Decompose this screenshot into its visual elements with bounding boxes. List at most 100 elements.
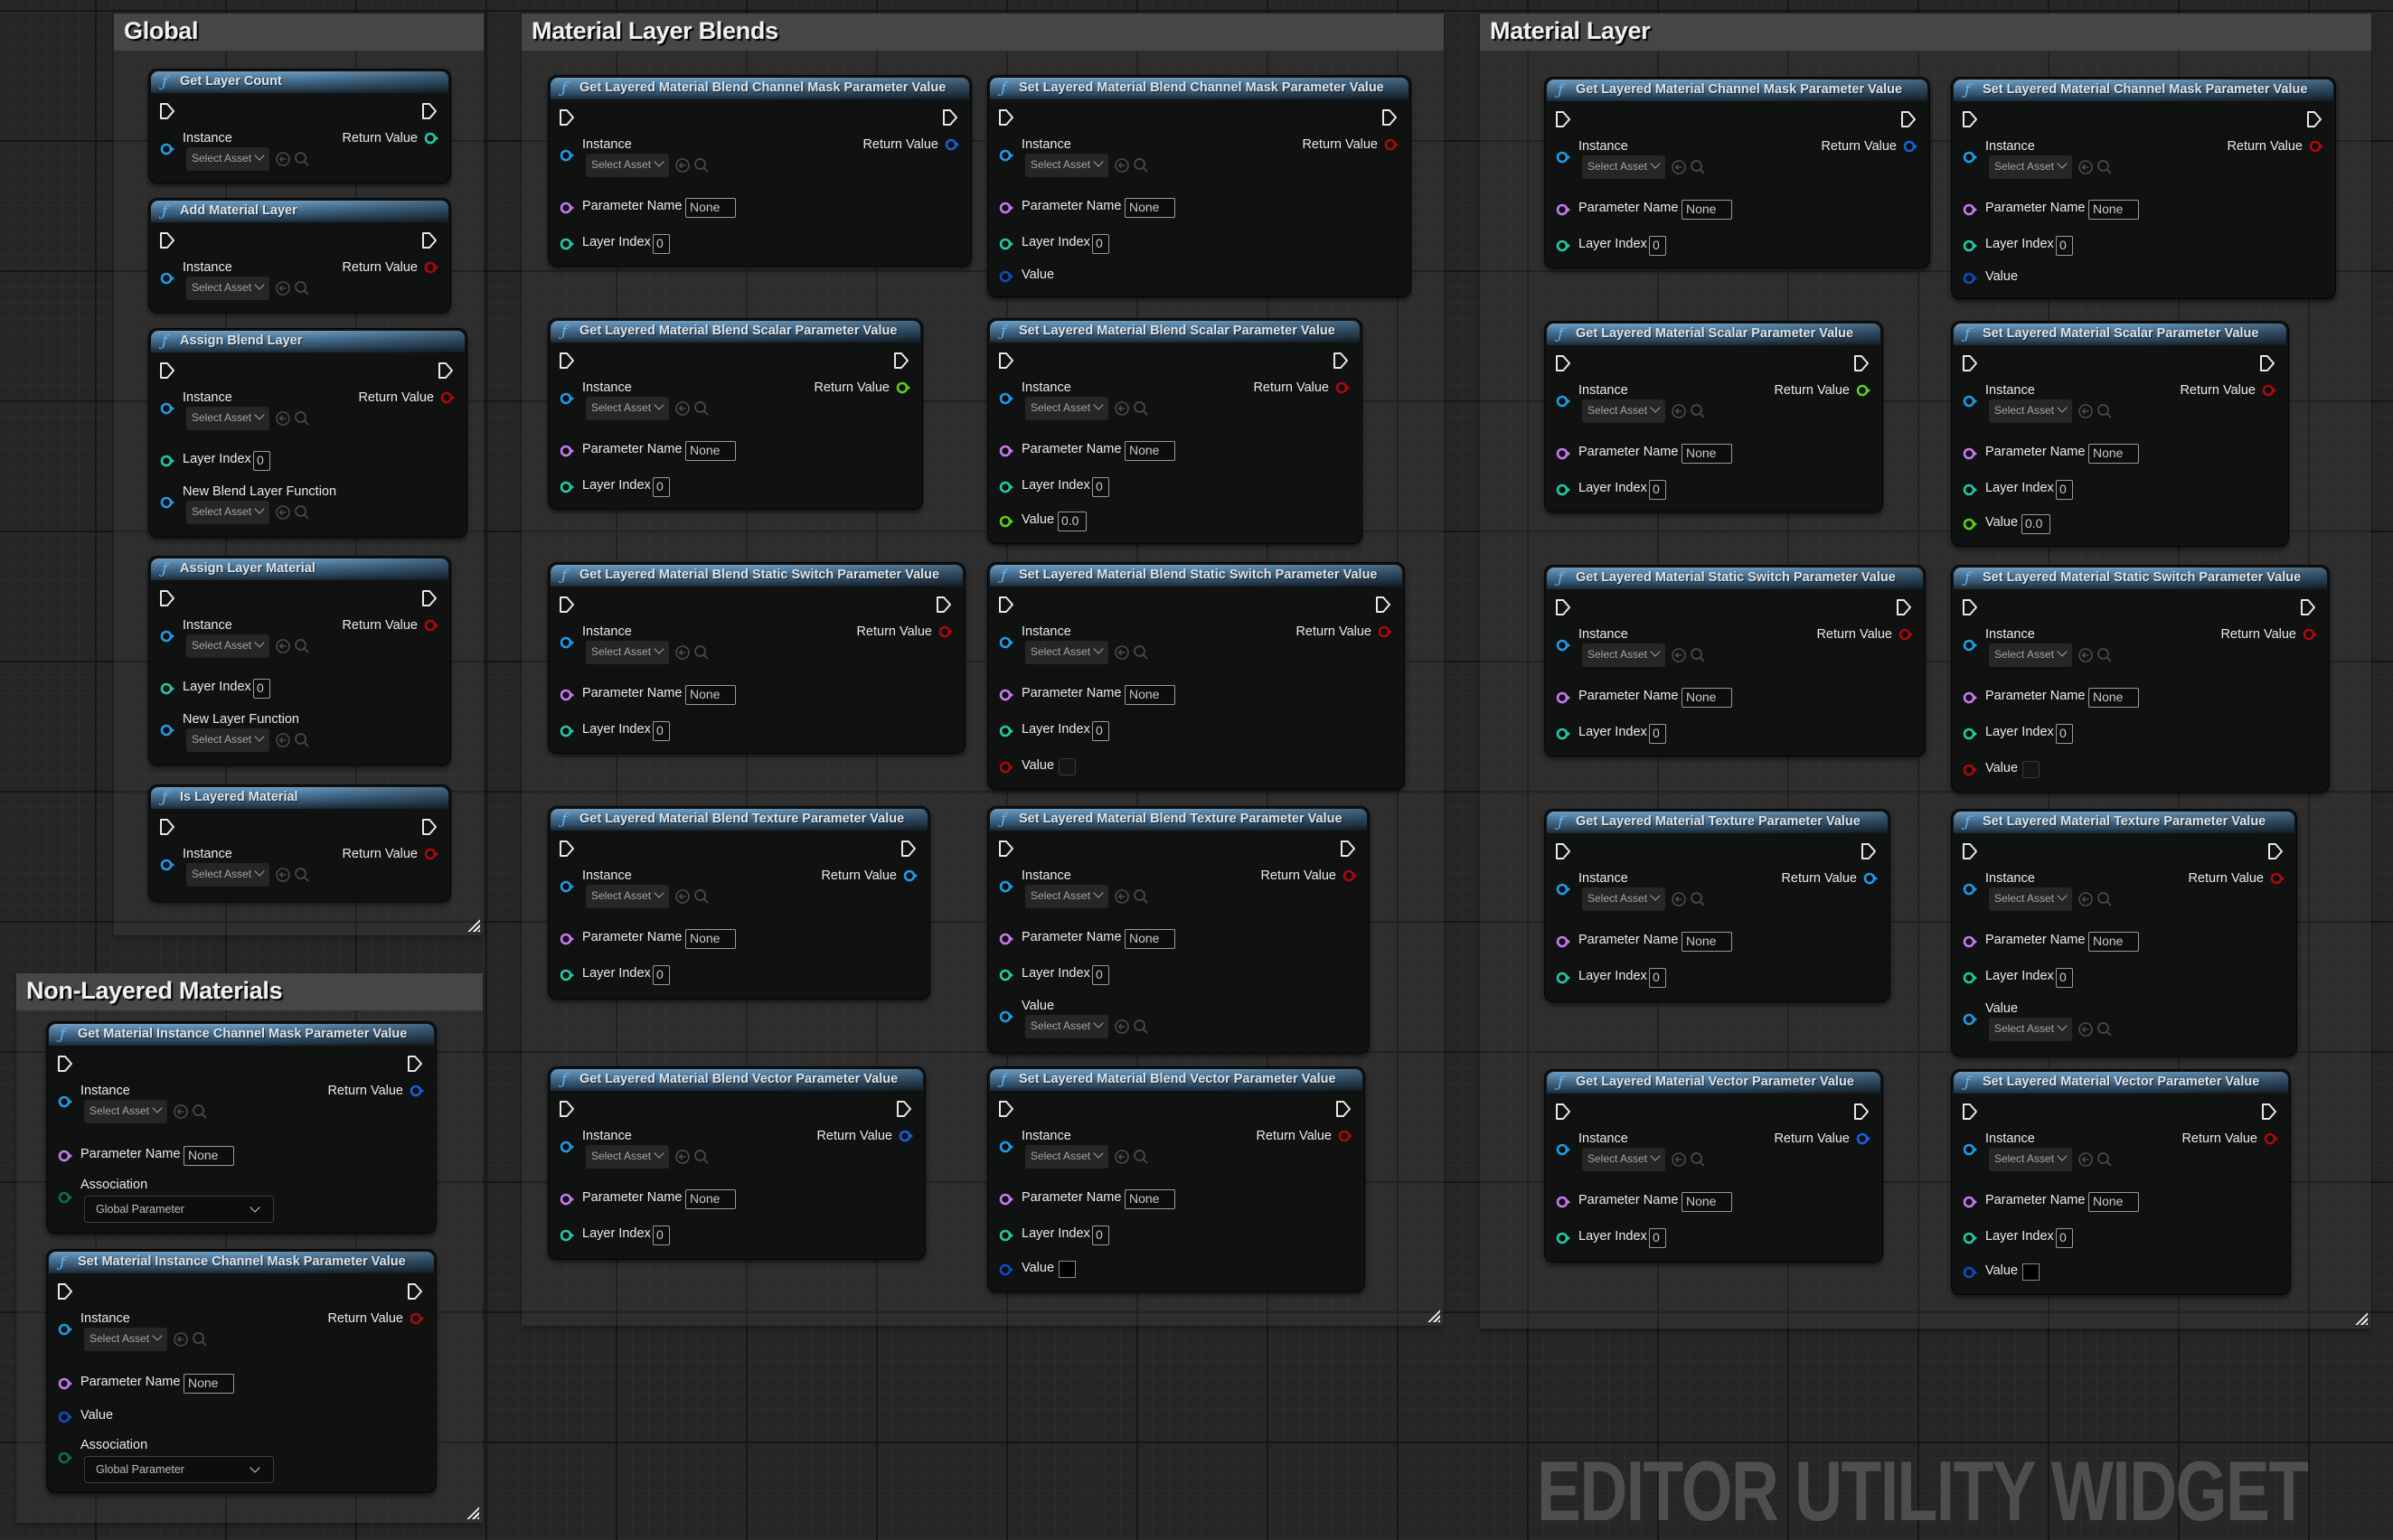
function-node-assign-blend-layer[interactable]: ƒ Assign Blend Layer Return Value Instance S… <box>148 328 467 538</box>
search-icon[interactable] <box>192 1331 208 1348</box>
exec-in-pin-icon[interactable] <box>998 1100 1014 1118</box>
exec-out-pin-icon[interactable] <box>2261 1103 2277 1121</box>
return-value-pin-icon[interactable] <box>440 391 456 404</box>
instance-pin-icon[interactable] <box>560 636 575 649</box>
parameter-name-input[interactable]: None <box>1682 688 1732 708</box>
search-icon[interactable] <box>294 280 310 296</box>
layer-index-input[interactable]: 0 <box>253 679 270 699</box>
parameter-name-pin-icon[interactable] <box>1556 691 1571 704</box>
layer-index-pin-icon[interactable] <box>560 969 575 981</box>
browse-to-asset-icon[interactable] <box>1671 403 1687 419</box>
exec-out-pin-icon[interactable] <box>407 1282 423 1301</box>
asset-picker-dropdown[interactable]: Select Asset <box>1025 154 1108 177</box>
function-node-is-layered-material[interactable]: ƒ Is Layered Material Return Value Instance… <box>148 784 451 902</box>
instance-pin-icon[interactable] <box>560 1141 575 1153</box>
instance-pin-icon[interactable] <box>1556 395 1571 408</box>
node-header[interactable]: ƒ Set Layered Material Scalar Parameter V… <box>1954 324 2286 345</box>
asset-picker-dropdown[interactable]: Select Asset <box>586 1145 669 1169</box>
node-header[interactable]: ƒ Assign Layer Material <box>151 559 448 580</box>
browse-to-asset-icon[interactable] <box>2077 647 2094 663</box>
browse-to-asset-icon[interactable] <box>173 1331 189 1348</box>
exec-out-pin-icon[interactable] <box>2259 354 2275 372</box>
node-header[interactable]: ƒ Get Layered Material Scalar Parameter V… <box>1547 324 1880 345</box>
parameter-name-input[interactable]: None <box>685 685 736 705</box>
association-dropdown[interactable]: Global Parameter <box>84 1196 274 1223</box>
exec-out-pin-icon[interactable] <box>421 231 438 249</box>
exec-out-pin-icon[interactable] <box>1900 110 1917 128</box>
node-header[interactable]: ƒ Set Layered Material Blend Static Switc… <box>990 565 1402 587</box>
exec-in-pin-icon[interactable] <box>1962 842 1978 860</box>
instance-pin-icon[interactable] <box>160 402 175 415</box>
association-pin-icon[interactable] <box>58 1191 73 1204</box>
search-icon[interactable] <box>2096 1151 2113 1168</box>
browse-to-asset-icon[interactable] <box>674 400 691 417</box>
parameter-name-pin-icon[interactable] <box>1963 691 1978 704</box>
node-header[interactable]: ƒ Set Layered Material Vector Parameter V… <box>1954 1072 2288 1094</box>
function-node-get-blend-vector[interactable]: ƒ Get Layered Material Blend Vector Param… <box>548 1066 926 1260</box>
node-header[interactable]: ƒ Is Layered Material <box>151 787 448 809</box>
return-value-pin-icon[interactable] <box>410 1085 425 1097</box>
layer-index-input[interactable]: 0 <box>1649 724 1666 744</box>
asset-picker-dropdown[interactable]: Select Asset <box>186 863 269 887</box>
search-icon[interactable] <box>1133 1019 1149 1035</box>
exec-out-pin-icon[interactable] <box>942 108 958 127</box>
value-pin-icon[interactable] <box>1963 1013 1978 1026</box>
parameter-name-pin-icon[interactable] <box>1556 447 1571 460</box>
layer-index-pin-icon[interactable] <box>560 725 575 737</box>
layer-index-input[interactable]: 0 <box>1649 236 1666 256</box>
node-header[interactable]: ƒ Add Material Layer <box>151 201 448 222</box>
exec-in-pin-icon[interactable] <box>1555 110 1571 128</box>
browse-to-asset-icon[interactable] <box>275 732 291 748</box>
layer-index-input[interactable]: 0 <box>2056 1228 2073 1248</box>
exec-out-pin-icon[interactable] <box>438 362 454 380</box>
exec-out-pin-icon[interactable] <box>1333 352 1349 370</box>
browse-to-asset-icon[interactable] <box>2077 1151 2094 1168</box>
value-checkbox[interactable] <box>2022 761 2040 778</box>
exec-in-pin-icon[interactable] <box>1555 354 1571 372</box>
search-icon[interactable] <box>1133 644 1149 661</box>
parameter-name-pin-icon[interactable] <box>1963 447 1978 460</box>
instance-pin-icon[interactable] <box>160 630 175 643</box>
function-asset-pin-icon[interactable] <box>160 496 175 509</box>
exec-out-pin-icon[interactable] <box>1861 842 1877 860</box>
browse-to-asset-icon[interactable] <box>1671 891 1687 907</box>
exec-in-pin-icon[interactable] <box>1555 842 1571 860</box>
return-value-pin-icon[interactable] <box>1384 138 1399 151</box>
asset-picker-dropdown[interactable]: Select Asset <box>1582 399 1665 423</box>
exec-out-pin-icon[interactable] <box>896 1100 912 1118</box>
layer-index-input[interactable]: 0 <box>1649 1228 1666 1248</box>
function-node-get-layer-static-switch[interactable]: ƒ Get Layered Material Static Switch Para… <box>1544 565 1926 756</box>
parameter-name-pin-icon[interactable] <box>999 689 1014 701</box>
function-node-set-blend-scalar[interactable]: ƒ Set Layered Material Blend Scalar Param… <box>987 318 1362 544</box>
function-node-get-blend-static-switch[interactable]: ƒ Get Layered Material Blend Static Switc… <box>548 562 966 754</box>
node-header[interactable]: ƒ Get Layered Material Static Switch Para… <box>1547 568 1923 589</box>
search-icon[interactable] <box>2096 159 2113 175</box>
exec-out-pin-icon[interactable] <box>900 840 917 858</box>
exec-out-pin-icon[interactable] <box>1340 840 1356 858</box>
asset-picker-dropdown[interactable]: Select Asset <box>186 277 269 300</box>
instance-pin-icon[interactable] <box>58 1095 73 1108</box>
layer-index-pin-icon[interactable] <box>1556 484 1571 496</box>
value-pin-icon[interactable] <box>58 1411 73 1423</box>
parameter-name-pin-icon[interactable] <box>999 1193 1014 1206</box>
exec-out-pin-icon[interactable] <box>1375 596 1391 614</box>
parameter-name-input[interactable]: None <box>2088 200 2139 220</box>
layer-index-pin-icon[interactable] <box>560 238 575 250</box>
exec-out-pin-icon[interactable] <box>2300 598 2316 616</box>
instance-pin-icon[interactable] <box>999 149 1014 162</box>
group-header[interactable]: Material Layer Blends <box>522 14 1444 51</box>
layer-index-pin-icon[interactable] <box>1963 1232 1978 1244</box>
value-input[interactable]: 0.0 <box>2021 514 2050 534</box>
instance-pin-icon[interactable] <box>1556 639 1571 652</box>
value-checkbox[interactable] <box>1059 758 1076 775</box>
instance-pin-icon[interactable] <box>1556 151 1571 164</box>
instance-pin-icon[interactable] <box>1556 883 1571 896</box>
parameter-name-input[interactable]: None <box>1682 200 1732 220</box>
search-icon[interactable] <box>294 410 310 427</box>
layer-index-input[interactable]: 0 <box>1092 965 1109 985</box>
parameter-name-pin-icon[interactable] <box>1556 935 1571 948</box>
function-node-get-layer-vector[interactable]: ƒ Get Layered Material Vector Parameter V… <box>1544 1069 1883 1263</box>
asset-picker-dropdown[interactable]: Select Asset <box>586 885 669 908</box>
layer-index-pin-icon[interactable] <box>1556 728 1571 740</box>
layer-index-pin-icon[interactable] <box>999 481 1014 493</box>
